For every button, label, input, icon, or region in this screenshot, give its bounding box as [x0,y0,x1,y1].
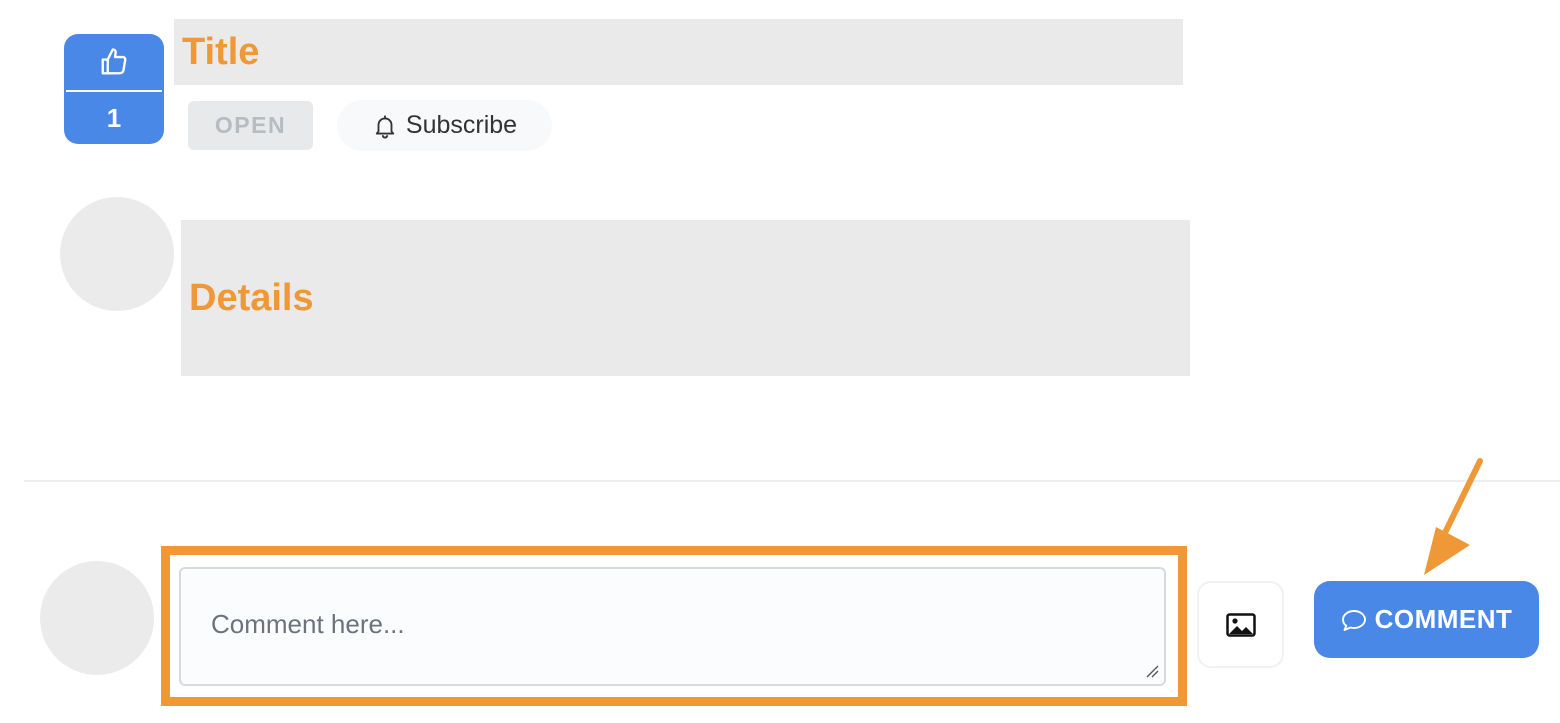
speech-bubble-icon [1341,608,1367,632]
vote-divider [66,90,162,92]
author-avatar [60,197,174,311]
commenter-avatar [40,561,154,675]
comment-button-label: COMMENT [1374,604,1513,634]
resize-grip-icon[interactable] [1145,664,1159,678]
post-details: Details [189,276,314,319]
post-page: 1 Title OPEN Subscribe Details Comment h… [0,0,1560,723]
post-details-block: Details [181,220,1190,376]
section-divider [24,480,1560,482]
comment-submit-button[interactable]: COMMENT [1314,581,1539,658]
comment-input[interactable] [179,567,1166,686]
status-badge: OPEN [188,101,313,150]
thumbs-up-icon [99,34,129,90]
image-icon [1225,612,1256,637]
vote-count: 1 [106,102,122,133]
post-title-block: Title [174,19,1183,85]
bell-icon [372,113,398,139]
subscribe-label: Subscribe [405,111,518,139]
annotation-arrow-icon [1424,458,1483,575]
attach-image-button[interactable] [1197,581,1284,668]
upvote-button[interactable]: 1 [64,34,164,144]
subscribe-button[interactable]: Subscribe [337,100,552,151]
post-title: Title [182,30,260,73]
